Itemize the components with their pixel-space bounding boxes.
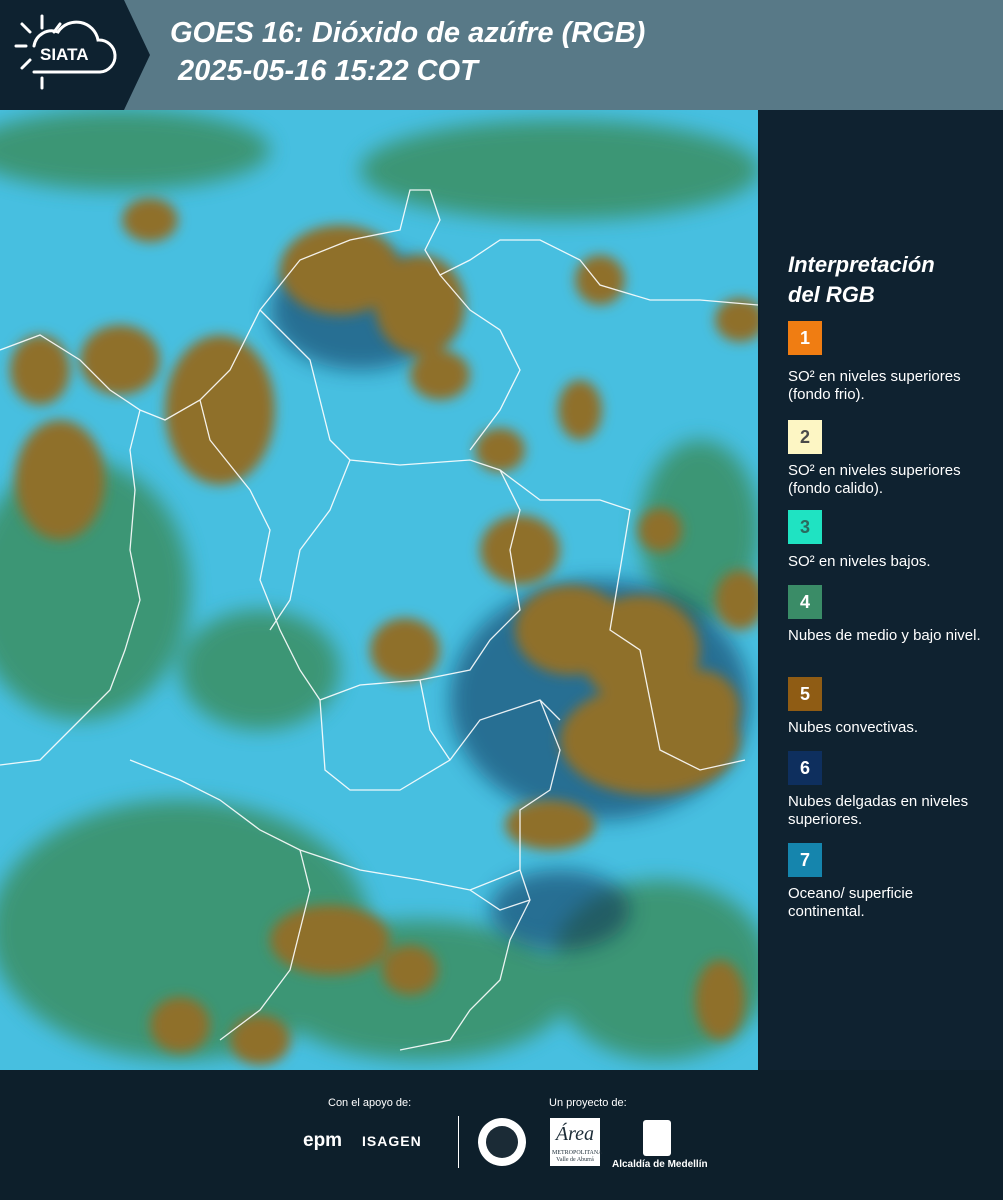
legend-text-1: SO² en niveles superiores (fondo frio). — [788, 368, 961, 403]
area-logo-subtext: METROPOLITANA Valle de Aburrá — [552, 1150, 603, 1163]
support-label: Con el apoyo de: — [328, 1097, 412, 1109]
legend-number-1: 1 — [799, 327, 810, 348]
legend-title: Interpretación del RGB — [788, 250, 935, 310]
area-metropolitana-logo[interactable]: Área METROPOLITANA Valle de Aburrá — [550, 1118, 603, 1166]
legend-text-3: SO² en niveles bajos. — [788, 553, 931, 570]
project-label: Un proyecto de: — [549, 1097, 627, 1109]
legend-swatch-3: 3 — [788, 510, 822, 544]
legend-swatch-2: 2 — [788, 420, 822, 454]
legend-text-2: SO² en niveles superiores (fondo calido)… — [788, 462, 961, 497]
legend-swatch-7: 7 — [788, 843, 822, 877]
legend-number-2: 2 — [799, 426, 810, 447]
title-line-1: GOES 16: Dióxido de azúfre (RGB) — [170, 17, 646, 49]
legend-swatch-6: 6 — [788, 751, 822, 785]
legend-swatch-4: 4 — [788, 585, 822, 619]
title-line-2: 2025-05-16 15:22 COT — [170, 55, 478, 87]
legend-title-line-2: del RGB — [788, 282, 875, 307]
siata-logo[interactable]: SIATA — [0, 0, 150, 110]
alcaldia-label: Alcaldía de Medellín — [612, 1159, 708, 1170]
epm-logo[interactable]: epm — [303, 1130, 342, 1152]
alcaldia-shield-icon[interactable] — [643, 1120, 671, 1156]
legend-text-5: Nubes convectivas. — [788, 719, 919, 736]
seal-emblem-icon — [486, 1126, 518, 1158]
header: SIATA GOES 16: Dióxido de azúfre (RGB) 2… — [0, 0, 1003, 110]
legend-title-line-1: Interpretación — [788, 252, 935, 277]
footer-divider — [458, 1116, 459, 1168]
isagen-logo[interactable]: ISAGEN — [362, 1133, 422, 1149]
legend-number-6: 6 — [799, 757, 810, 778]
legend-swatch-1: 1 — [788, 321, 822, 355]
legend-number-5: 5 — [799, 683, 810, 704]
rgb-composite-image — [0, 110, 758, 1070]
legend-text-4: Nubes de medio y bajo nivel. — [788, 627, 981, 644]
satellite-map[interactable] — [0, 110, 758, 1070]
legend-number-4: 4 — [799, 591, 810, 612]
legend-text-6: Nubes delgadas en niveles superiores. — [788, 793, 969, 828]
area-logo-text: Área — [555, 1123, 595, 1145]
legend-text-7: Oceano/ superficie continental. — [788, 885, 914, 920]
legend-swatch-5: 5 — [788, 677, 822, 711]
siata-logo-text: SIATA — [40, 45, 89, 64]
legend-number-3: 3 — [799, 516, 810, 537]
page-title: GOES 16: Dióxido de azúfre (RGB) 2025-05… — [170, 14, 645, 90]
legend-panel: Interpretación del RGB 1 SO² en niveles … — [760, 110, 1003, 1070]
medellin-seal-logo[interactable] — [478, 1118, 526, 1166]
legend-number-7: 7 — [799, 849, 810, 870]
